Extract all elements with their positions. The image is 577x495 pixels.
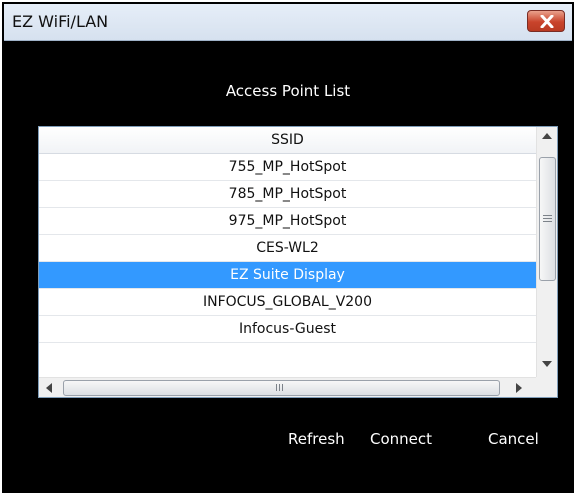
close-button[interactable] bbox=[527, 10, 565, 32]
horizontal-scroll-thumb[interactable] bbox=[63, 380, 500, 396]
access-point-row[interactable]: 785_MP_HotSpot bbox=[39, 181, 536, 208]
ssid-column-header[interactable]: SSID bbox=[39, 127, 536, 154]
title-bar[interactable]: EZ WiFi/LAN bbox=[4, 4, 572, 41]
horizontal-scrollbar[interactable] bbox=[39, 377, 536, 397]
access-point-row[interactable]: 755_MP_HotSpot bbox=[39, 154, 536, 181]
access-point-row[interactable]: INFOCUS_GLOBAL_V200 bbox=[39, 289, 536, 316]
grip-line bbox=[276, 384, 277, 391]
close-icon bbox=[540, 15, 554, 28]
grip-line bbox=[543, 215, 552, 216]
access-point-listbox[interactable]: SSID 755_MP_HotSpot 785_MP_HotSpot 975_MP_… bbox=[38, 126, 558, 398]
connect-button[interactable]: Connect bbox=[370, 430, 432, 448]
scroll-down-button[interactable] bbox=[537, 355, 557, 375]
cancel-button[interactable]: Cancel bbox=[488, 430, 539, 448]
vertical-scrollbar[interactable] bbox=[536, 127, 557, 379]
access-point-row[interactable]: EZ Suite Display bbox=[39, 262, 536, 289]
refresh-button[interactable]: Refresh bbox=[288, 430, 345, 448]
grip-line bbox=[282, 384, 283, 391]
scroll-down-arrow-icon bbox=[542, 361, 552, 367]
scroll-left-button[interactable] bbox=[39, 378, 59, 397]
access-point-row[interactable]: Infocus-Guest bbox=[39, 316, 536, 343]
ez-wifi-dialog: EZ WiFi/LAN Access Point List SSID 755_M… bbox=[2, 2, 574, 493]
scroll-right-button[interactable] bbox=[509, 378, 529, 397]
scroll-right-arrow-icon bbox=[516, 383, 522, 393]
access-point-row[interactable]: CES-WL2 bbox=[39, 235, 536, 262]
access-point-list-heading: Access Point List bbox=[225, 82, 351, 100]
window-title: EZ WiFi/LAN bbox=[12, 12, 109, 31]
scroll-up-arrow-icon bbox=[542, 133, 552, 139]
grip-line bbox=[543, 218, 552, 219]
scrollbar-corner bbox=[536, 377, 557, 397]
access-point-row[interactable]: 975_MP_HotSpot bbox=[39, 208, 536, 235]
grip-line bbox=[543, 221, 552, 222]
list-area: SSID 755_MP_HotSpot 785_MP_HotSpot 975_MP_… bbox=[39, 127, 536, 379]
scroll-left-arrow-icon bbox=[46, 383, 52, 393]
grip-line bbox=[279, 384, 280, 391]
vertical-scroll-thumb[interactable] bbox=[539, 157, 556, 281]
scroll-up-button[interactable] bbox=[537, 127, 557, 147]
